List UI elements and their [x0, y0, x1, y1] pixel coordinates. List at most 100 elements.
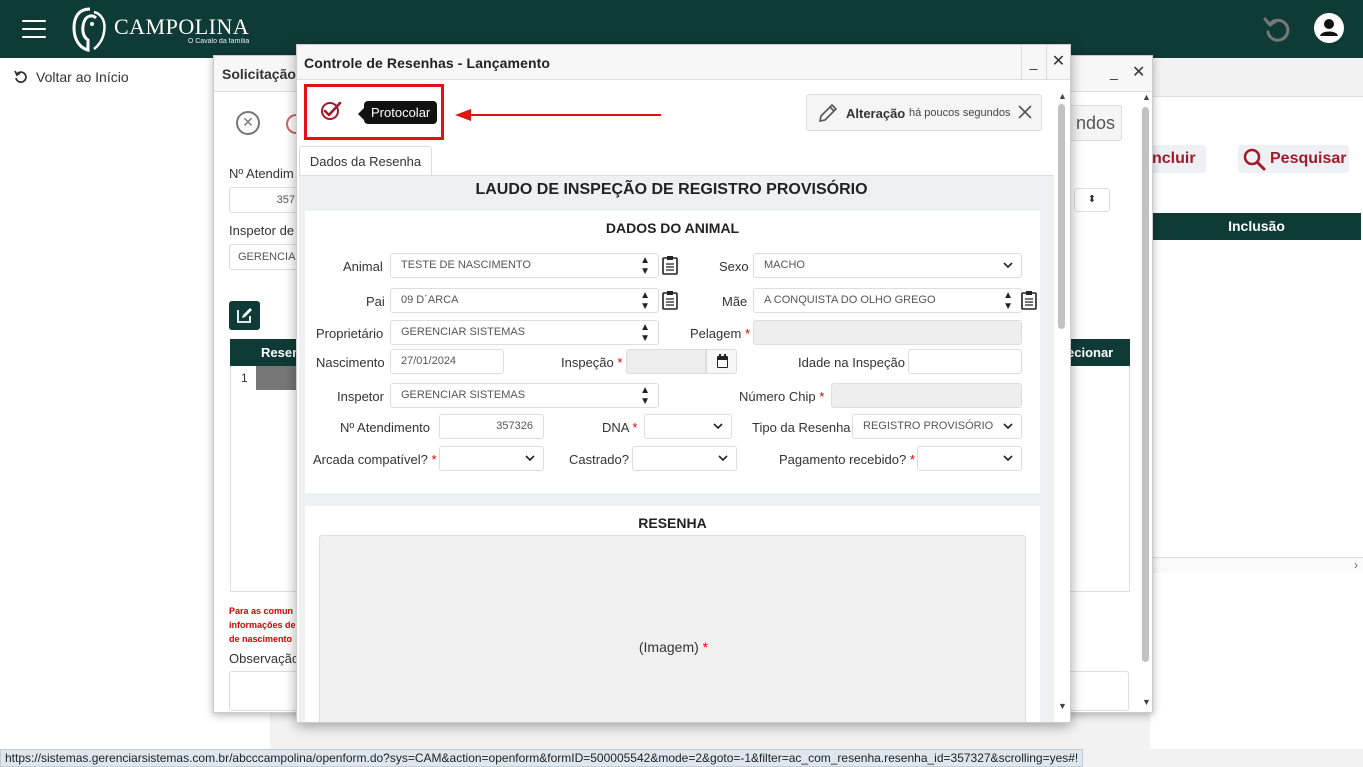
- chip-field[interactable]: [831, 383, 1022, 408]
- arcada-label: Arcada compatível? *: [313, 452, 437, 467]
- sexo-label: Sexo: [719, 259, 749, 274]
- inspetor-field[interactable]: GERENCIA: [229, 244, 304, 270]
- idade-field[interactable]: [908, 349, 1022, 374]
- nascimento-label: Nascimento: [316, 355, 385, 370]
- inspecao-field[interactable]: [626, 349, 706, 374]
- solicitacao-title: Solicitação: [222, 66, 296, 82]
- dna-label: DNA *: [602, 420, 638, 435]
- chevron-down-icon: [1003, 423, 1013, 430]
- solicitacao-select[interactable]: ⬍: [1074, 188, 1110, 212]
- status-bar-url: https://sistemas.gerenciarsistemas.com.b…: [0, 749, 1084, 767]
- pelagem-field[interactable]: [753, 320, 1022, 345]
- inspetor-select[interactable]: GERENCIAR SISTEMAS ▲ ▼: [390, 383, 659, 408]
- cancel-icon[interactable]: ✕: [236, 111, 260, 135]
- horizontal-scrollbar[interactable]: ›: [1150, 557, 1363, 573]
- scroll-up-icon[interactable]: ▲: [1142, 92, 1151, 102]
- resenha-image-area[interactable]: (Imagem) *: [319, 535, 1026, 722]
- atendimento-field[interactable]: 357: [229, 187, 304, 213]
- chevron-down-icon: [525, 455, 535, 462]
- solicitacao-scrollbar[interactable]: ▲ ▼: [1139, 92, 1153, 712]
- campolina-logo-mark: [72, 7, 106, 52]
- check-circle-icon[interactable]: [319, 99, 343, 123]
- dna-select[interactable]: [644, 414, 732, 439]
- pagamento-label: Pagamento recebido? *: [779, 452, 915, 467]
- calendar-icon: [717, 354, 728, 368]
- campolina-logo[interactable]: CAMPOLINA O Cavalo da família: [70, 6, 249, 52]
- background-content-area: [1150, 96, 1363, 749]
- toast-time: há poucos segundos: [909, 107, 1011, 119]
- controle-resenhas-dialog: Controle de Resenhas - Lançamento _ ✕ Pr…: [296, 44, 1071, 723]
- observacao-label: Observação: [229, 651, 300, 666]
- dialog-title: Controle de Resenhas - Lançamento: [304, 55, 551, 71]
- pencil-icon: [818, 103, 838, 123]
- row-number: 1: [241, 371, 248, 385]
- clipboard-icon[interactable]: [1021, 290, 1037, 310]
- arrow-annotation-icon: [455, 109, 661, 121]
- atendimento-label: Nº Atendim: [229, 166, 294, 181]
- undo-icon[interactable]: [1262, 14, 1292, 44]
- dialog-titlebar: Controle de Resenhas - Lançamento _ ✕: [297, 45, 1070, 80]
- castrado-label: Castrado?: [569, 452, 629, 467]
- dialog-scrollbar[interactable]: ▲ ▼: [1054, 89, 1070, 722]
- close-button[interactable]: ✕: [1046, 45, 1070, 80]
- castrado-select[interactable]: [632, 446, 737, 471]
- close-icon[interactable]: [1017, 104, 1033, 120]
- info-note: Para as comun informações de de nascimen…: [229, 606, 296, 644]
- pesquisar-button[interactable]: Pesquisar: [1238, 145, 1349, 173]
- animal-select[interactable]: TESTE DE NASCIMENTO ▲ ▼: [390, 253, 659, 278]
- atendimento-label: Nº Atendimento: [340, 420, 431, 435]
- laudo-title: LAUDO DE INSPEÇÃO DE REGISTRO PROVISÓRIO: [475, 181, 868, 198]
- mae-label: Mãe: [722, 294, 748, 309]
- hamburger-icon[interactable]: [22, 20, 46, 38]
- tipo-label: Tipo da Resenha: [752, 420, 851, 435]
- pai-label: Pai: [366, 294, 385, 309]
- dados-animal-section: DADOS DO ANIMAL Animal TESTE DE NASCIMEN…: [305, 211, 1040, 493]
- toast-title: Alteração: [846, 106, 906, 121]
- arcada-select[interactable]: [439, 446, 544, 471]
- pagamento-select[interactable]: [917, 446, 1022, 471]
- calendar-button[interactable]: [706, 349, 737, 374]
- image-placeholder-label: (Imagem) *: [638, 639, 709, 655]
- section-title-animal: DADOS DO ANIMAL: [605, 220, 740, 236]
- table-row[interactable]: [256, 366, 301, 390]
- back-to-home-link[interactable]: Voltar ao Início: [14, 69, 129, 85]
- scroll-right-icon[interactable]: ›: [1354, 558, 1358, 572]
- logo-tagline: O Cavalo da família: [187, 37, 250, 45]
- tab-dados-resenha[interactable]: Dados da Resenha: [299, 146, 432, 176]
- minimize-button[interactable]: _: [1021, 45, 1045, 80]
- edit-button[interactable]: [229, 301, 260, 330]
- scroll-thumb[interactable]: [1058, 104, 1065, 329]
- clipboard-icon[interactable]: [662, 255, 678, 275]
- scroll-up-icon[interactable]: ▲: [1058, 91, 1067, 101]
- solicitacao-close-button[interactable]: ✕: [1132, 62, 1148, 82]
- sexo-select[interactable]: MACHO: [753, 253, 1022, 278]
- nascimento-field[interactable]: 27/01/2024: [390, 349, 504, 374]
- protocolar-tooltip: Protocolar: [357, 101, 438, 124]
- chevron-down-icon: [1003, 262, 1013, 269]
- resenha-column: Resen: [261, 345, 301, 360]
- tipo-select[interactable]: REGISTRO PROVISÓRIO: [852, 414, 1022, 439]
- user-icon[interactable]: [1314, 13, 1344, 43]
- chevron-down-icon: [713, 423, 723, 430]
- inclusao-column-header: Inclusão: [1152, 213, 1361, 240]
- user-avatar-icon: [1320, 19, 1338, 36]
- protocolar-highlight: Protocolar: [304, 84, 444, 140]
- alteracao-toast: Alteração há poucos segundos: [806, 94, 1042, 131]
- idade-label: Idade na Inspeção: [798, 355, 905, 370]
- back-link-label: Voltar ao Início: [36, 69, 129, 85]
- atendimento-field[interactable]: 357326: [439, 414, 544, 439]
- mae-select[interactable]: A CONQUISTA DO OLHO GREGO ▲ ▼: [753, 288, 1022, 313]
- section-title-resenha: RESENHA: [638, 515, 707, 531]
- clipboard-icon[interactable]: [662, 290, 678, 310]
- search-icon: [1243, 148, 1266, 171]
- scroll-thumb[interactable]: [1142, 107, 1149, 662]
- chip-label: Número Chip *: [739, 389, 825, 404]
- solicitacao-minimize-button[interactable]: _: [1110, 64, 1124, 84]
- scroll-down-icon[interactable]: ▼: [1058, 701, 1067, 711]
- scroll-down-icon[interactable]: ▼: [1142, 697, 1151, 707]
- logo-title: CAMPOLINA: [114, 13, 250, 39]
- inspetor-label: Inspetor de: [229, 223, 295, 238]
- dialog-content: LAUDO DE INSPEÇÃO DE REGISTRO PROVISÓRIO…: [299, 175, 1054, 722]
- pai-select[interactable]: 09 D´ARCA ▲ ▼: [390, 288, 659, 313]
- proprietario-select[interactable]: GERENCIAR SISTEMAS ▲ ▼: [390, 320, 659, 345]
